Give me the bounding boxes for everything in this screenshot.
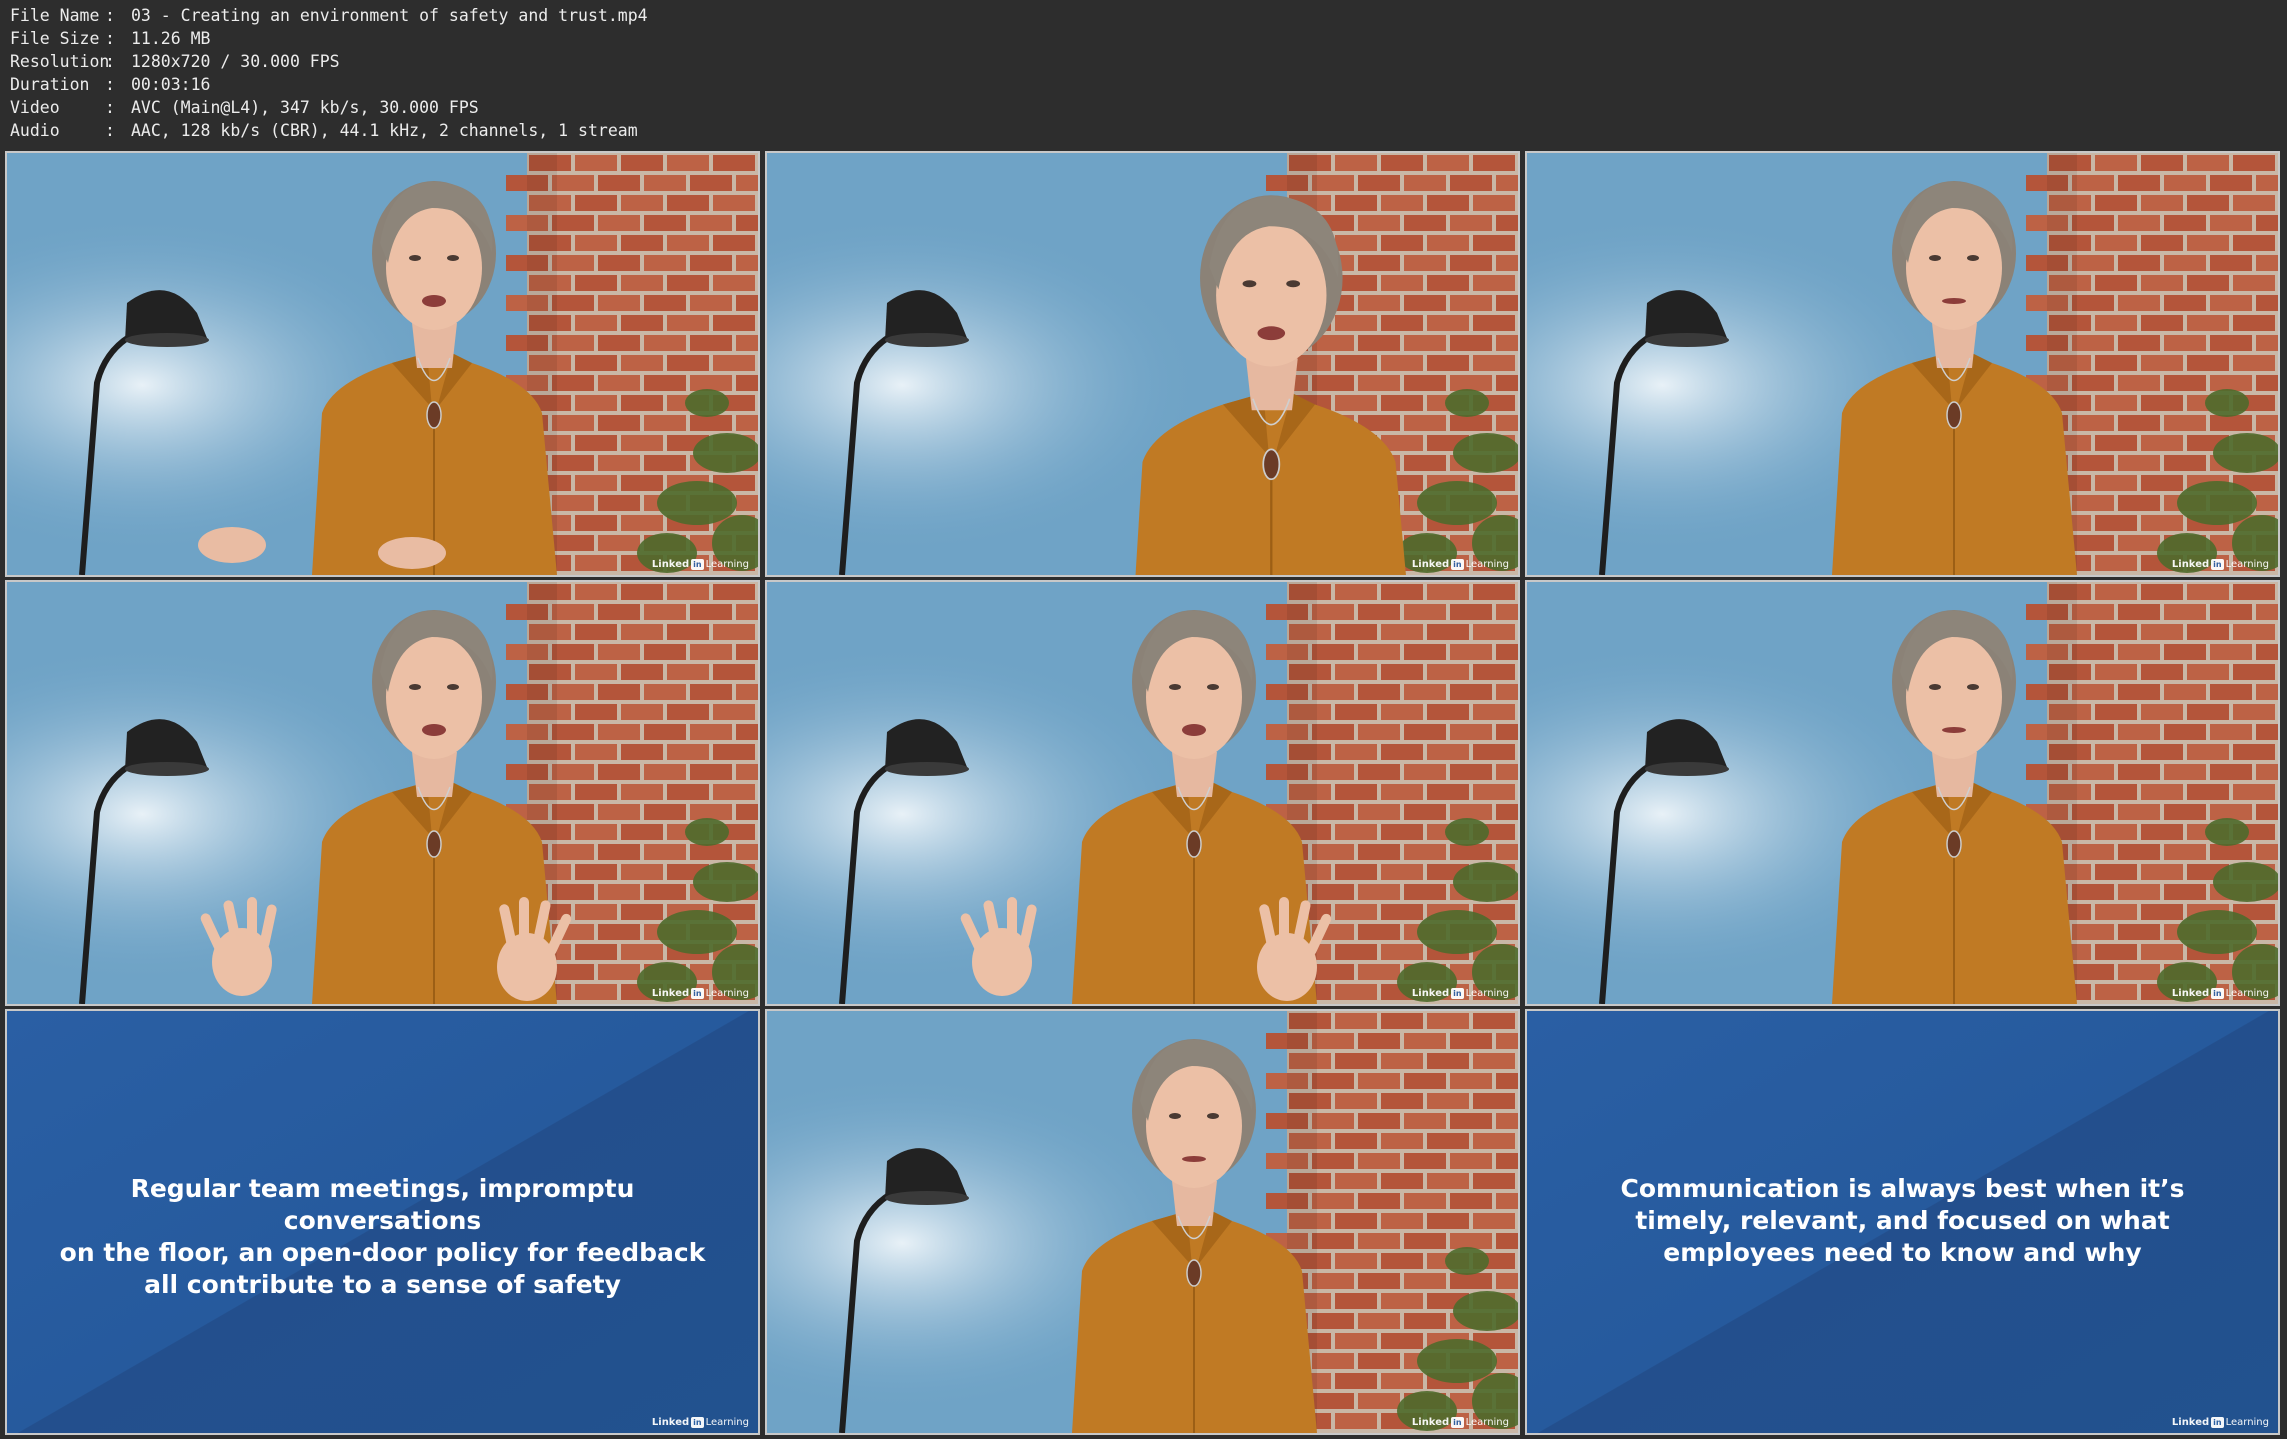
video-thumbnail-6: Linked in Learning (1525, 580, 2280, 1006)
video-thumbnail-2: Linked in Learning (765, 151, 1520, 577)
linkedin-learning-watermark: Linked in Learning (1412, 988, 1509, 999)
watermark-product: Learning (705, 1417, 749, 1428)
linkedin-learning-watermark: Linked in Learning (652, 559, 749, 570)
watermark-product: Learning (1465, 1417, 1509, 1428)
linkedin-logo-icon: in (2211, 1417, 2224, 1428)
watermark-brand: Linked (2171, 1417, 2210, 1428)
slide-line: Regular team meetings, impromptu convers… (130, 1174, 635, 1235)
watermark-brand: Linked (651, 559, 690, 570)
linkedin-logo-icon: in (691, 988, 704, 999)
watermark-product: Learning (2225, 988, 2269, 999)
watermark-product: Learning (1465, 559, 1509, 570)
video-thumbnail-7: Linked in Learning (765, 1009, 1520, 1435)
linkedin-logo-icon: in (1451, 559, 1464, 570)
watermark-brand: Linked (1411, 988, 1450, 999)
watermark-product: Learning (1465, 988, 1509, 999)
video-thumbnail-4: Linked in Learning (5, 580, 760, 1006)
watermark-brand: Linked (2171, 559, 2210, 570)
slide-thumbnail-2: Communication is always best when it’s t… (1525, 1009, 2280, 1435)
watermark-product: Learning (2225, 1417, 2269, 1428)
linkedin-learning-watermark: Linked in Learning (1412, 559, 1509, 570)
linkedin-learning-watermark: Linked in Learning (2172, 988, 2269, 999)
watermark-product: Learning (2225, 559, 2269, 570)
watermark-product: Learning (705, 559, 749, 570)
watermark-brand: Linked (2171, 988, 2210, 999)
watermark-brand: Linked (1411, 559, 1450, 570)
slide-line: all contribute to a sense of safety (144, 1270, 621, 1299)
linkedin-learning-watermark: Linked in Learning (652, 988, 749, 999)
linkedin-logo-icon: in (1451, 988, 1464, 999)
linkedin-learning-watermark: Linked in Learning (1412, 1417, 1509, 1428)
slide-line: timely, relevant, and focused on what (1635, 1206, 2170, 1235)
linkedin-logo-icon: in (691, 559, 704, 570)
video-thumbnail-1: Linked in Learning (5, 151, 760, 577)
watermark-brand: Linked (651, 1417, 690, 1428)
watermark-brand: Linked (651, 988, 690, 999)
linkedin-learning-watermark: Linked in Learning (652, 1417, 749, 1428)
video-thumbnail-3: Linked in Learning (1525, 151, 2280, 577)
thumbnail-grid: Linked in Learning Linked in Learning Linked… (0, 0, 2287, 1439)
linkedin-learning-watermark: Linked in Learning (2172, 559, 2269, 570)
slide-caption: Communication is always best when it’s t… (1527, 1173, 2278, 1269)
watermark-product: Learning (705, 988, 749, 999)
watermark-brand: Linked (1411, 1417, 1450, 1428)
linkedin-logo-icon: in (1451, 1417, 1464, 1428)
slide-caption: Regular team meetings, impromptu convers… (7, 1173, 758, 1301)
slide-line: employees need to know and why (1663, 1238, 2142, 1267)
linkedin-logo-icon: in (691, 1417, 704, 1428)
slide-thumbnail-1: Regular team meetings, impromptu convers… (5, 1009, 760, 1435)
slide-line: on the floor, an open-door policy for fe… (59, 1238, 706, 1267)
video-thumbnail-5: Linked in Learning (765, 580, 1520, 1006)
linkedin-logo-icon: in (2211, 559, 2224, 570)
linkedin-learning-watermark: Linked in Learning (2172, 1417, 2269, 1428)
linkedin-logo-icon: in (2211, 988, 2224, 999)
slide-line: Communication is always best when it’s (1620, 1174, 2185, 1203)
